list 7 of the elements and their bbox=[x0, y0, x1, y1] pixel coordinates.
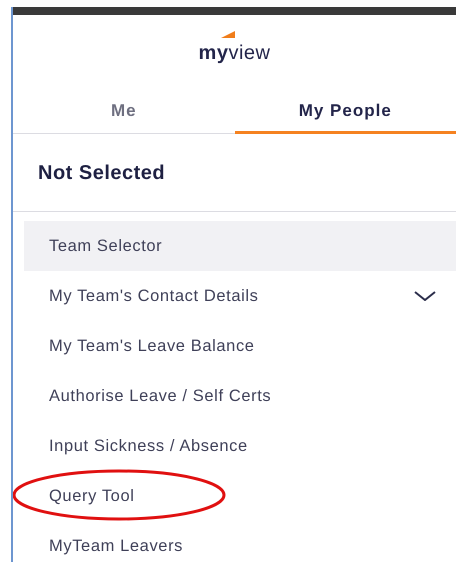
page-heading: Not Selected bbox=[38, 160, 166, 186]
tab[interactable]: My People bbox=[234, 90, 456, 134]
tab[interactable]: Me bbox=[13, 90, 234, 134]
menu-item[interactable]: Team Selector bbox=[24, 221, 456, 271]
logo-flag-icon bbox=[220, 30, 235, 38]
logo: myview bbox=[198, 42, 270, 64]
chevron-down-icon[interactable] bbox=[414, 291, 436, 301]
